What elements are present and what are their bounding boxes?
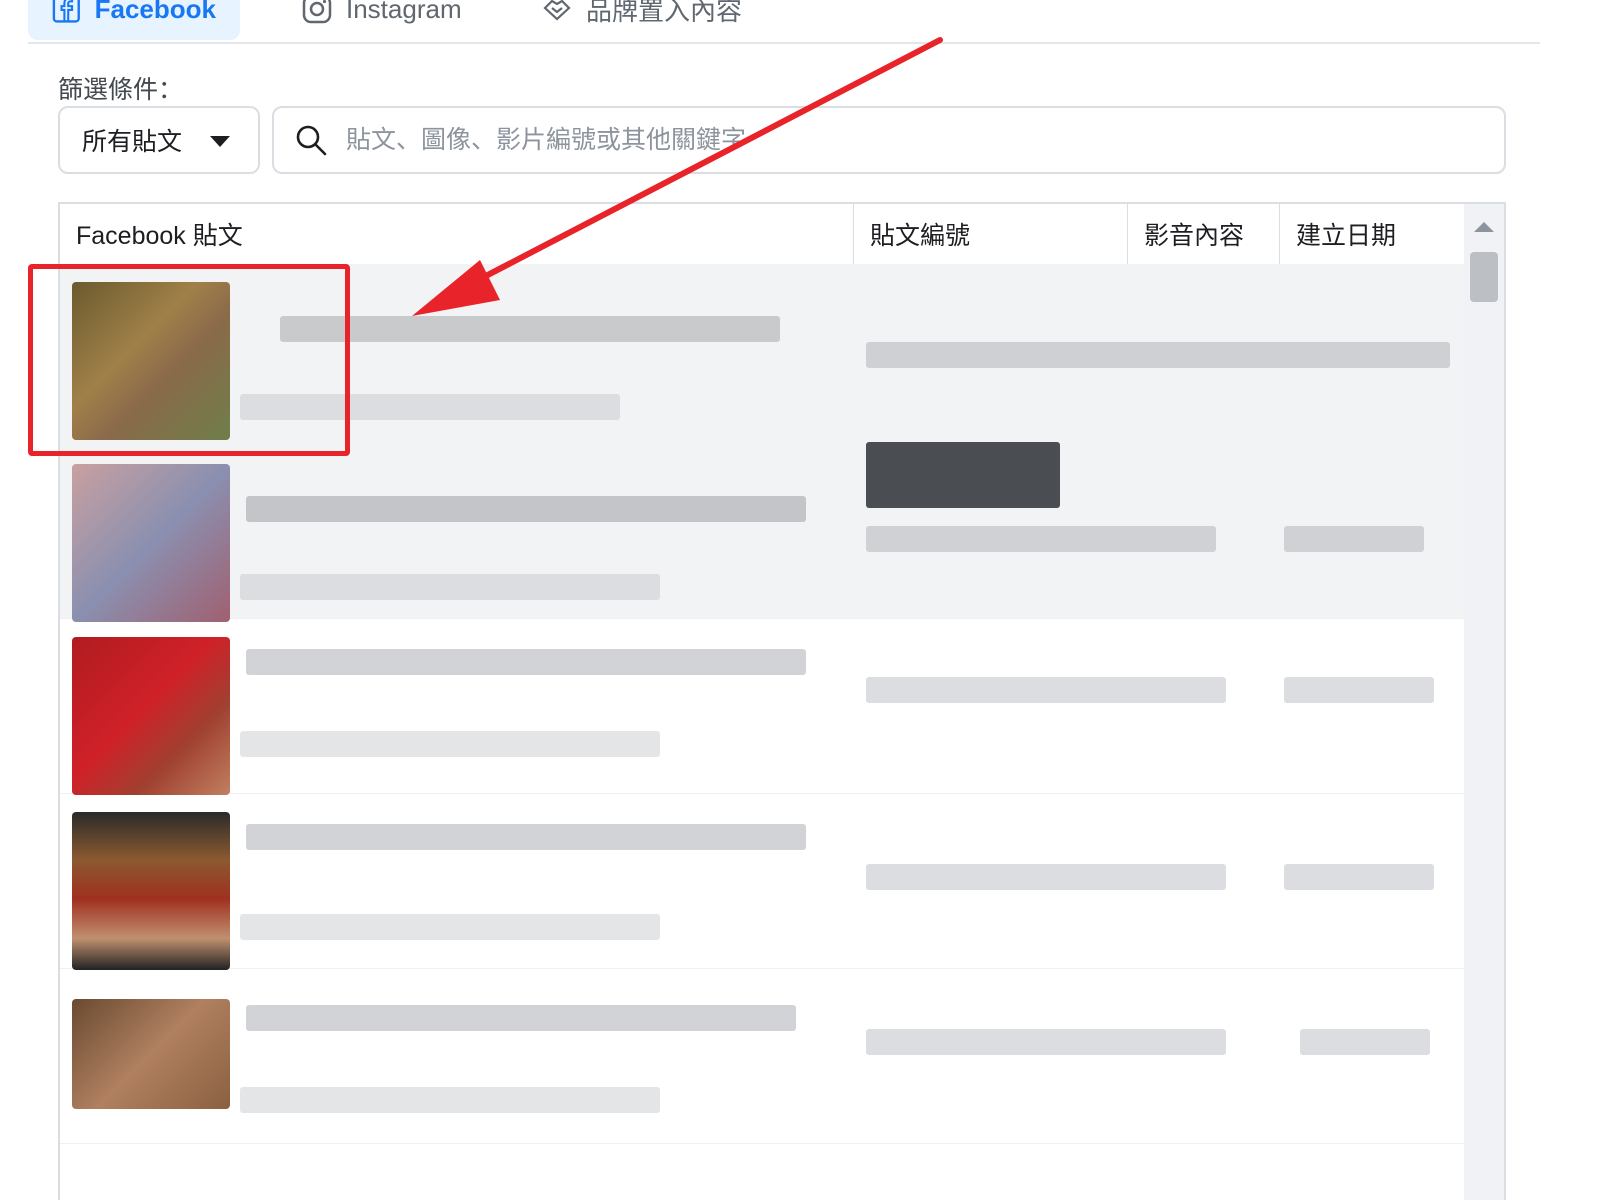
annotation-arrow (412, 37, 943, 316)
content-library-panel: Facebook Instagram 品牌置入內容 篩選條件： 所有貼文 貼文、… (0, 0, 1600, 1200)
